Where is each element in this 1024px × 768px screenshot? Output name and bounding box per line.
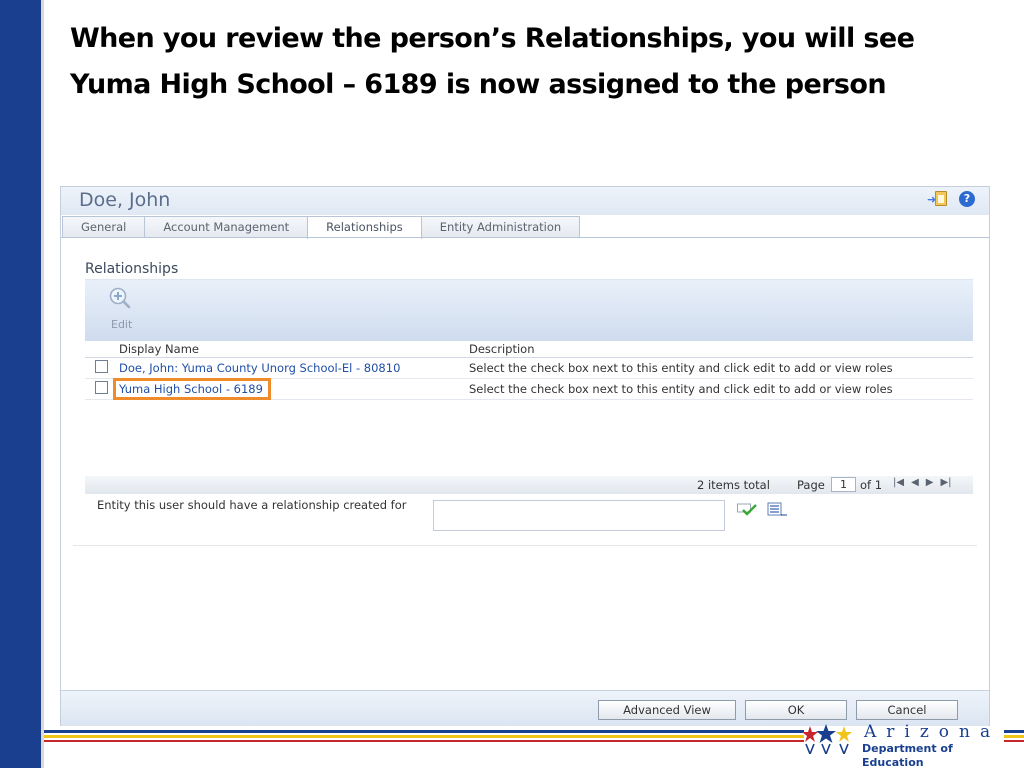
section-title: Relationships bbox=[85, 261, 179, 277]
user-name-title: Doe, John bbox=[79, 189, 171, 211]
header-icons: ➜ ? bbox=[927, 191, 975, 207]
tabs-divider bbox=[61, 237, 989, 238]
slide-left-bar bbox=[0, 0, 44, 768]
slide-title: When you review the person’s Relationshi… bbox=[70, 23, 915, 100]
first-page-icon[interactable]: |◀ bbox=[893, 477, 904, 488]
entity-field-label: Entity this user should have a relations… bbox=[97, 498, 407, 512]
relationships-toolbar: Edit bbox=[85, 279, 973, 341]
page-number-input[interactable]: 1 bbox=[831, 477, 856, 492]
logo-arizona-text: Arizona bbox=[864, 722, 1001, 742]
user-dialog: Doe, John ➜ ? General Account Management… bbox=[60, 186, 990, 726]
items-total: 2 items total bbox=[697, 478, 770, 492]
tab-general[interactable]: General bbox=[62, 216, 146, 238]
tab-entity-administration[interactable]: Entity Administration bbox=[420, 216, 581, 238]
add-to-clipboard-icon[interactable]: ➜ bbox=[927, 191, 949, 207]
next-page-icon[interactable]: ▶ bbox=[926, 477, 934, 488]
row-checkbox[interactable] bbox=[95, 381, 108, 394]
page-label: Page bbox=[797, 478, 825, 492]
validate-check-icon[interactable] bbox=[737, 503, 757, 517]
row-description: Select the check box next to this entity… bbox=[469, 382, 893, 396]
page-of: of 1 bbox=[860, 478, 883, 492]
footer-rule-yellow bbox=[44, 735, 804, 738]
zoom-edit-icon bbox=[109, 287, 131, 309]
relationships-grid: Display Name Description Doe, John: Yuma… bbox=[85, 342, 973, 400]
column-description[interactable]: Description bbox=[469, 342, 973, 357]
column-display-name[interactable]: Display Name bbox=[119, 342, 469, 357]
grid-header: Display Name Description bbox=[85, 342, 973, 358]
entity-link[interactable]: Yuma High School - 6189 bbox=[119, 382, 263, 396]
dialog-button-bar: Advanced View OK Cancel bbox=[61, 690, 989, 726]
footer-rule-red bbox=[44, 740, 804, 742]
tab-account-management[interactable]: Account Management bbox=[144, 216, 309, 238]
edit-label: Edit bbox=[111, 318, 133, 331]
footer-rule-blue bbox=[44, 730, 804, 733]
prev-page-icon[interactable]: ◀ bbox=[911, 477, 919, 488]
entity-input[interactable] bbox=[433, 500, 725, 531]
browse-list-icon[interactable] bbox=[767, 501, 787, 517]
highlight-box: Yuma High School - 6189 bbox=[113, 378, 271, 400]
table-row: Doe, John: Yuma County Unorg School-El -… bbox=[85, 358, 973, 379]
row-checkbox[interactable] bbox=[95, 360, 108, 373]
ok-button[interactable]: OK bbox=[745, 700, 847, 720]
logo-department-text: Department of Education bbox=[862, 742, 953, 768]
grid-pager: 2 items total Page 1 of 1 |◀ ◀ ▶ ▶| bbox=[85, 476, 973, 494]
tab-bar: General Account Management Relationships… bbox=[62, 216, 581, 239]
cancel-button[interactable]: Cancel bbox=[856, 700, 958, 720]
star-people-icon bbox=[802, 724, 852, 754]
entity-link[interactable]: Doe, John: Yuma County Unorg School-El -… bbox=[119, 361, 400, 375]
tab-relationships[interactable]: Relationships bbox=[307, 216, 422, 239]
ade-logo: Arizona Department of Education bbox=[802, 722, 1004, 768]
pager-controls: |◀ ◀ ▶ ▶| bbox=[893, 477, 952, 488]
help-icon[interactable]: ? bbox=[959, 191, 975, 207]
dialog-header: Doe, John ➜ ? bbox=[61, 187, 989, 215]
advanced-view-button[interactable]: Advanced View bbox=[598, 700, 736, 720]
edit-button[interactable]: Edit bbox=[103, 284, 143, 336]
table-row: Yuma High School - 6189 Select the check… bbox=[85, 378, 973, 400]
last-page-icon[interactable]: ▶| bbox=[940, 477, 951, 488]
row-description: Select the check box next to this entity… bbox=[469, 361, 893, 375]
section-divider bbox=[73, 545, 977, 546]
